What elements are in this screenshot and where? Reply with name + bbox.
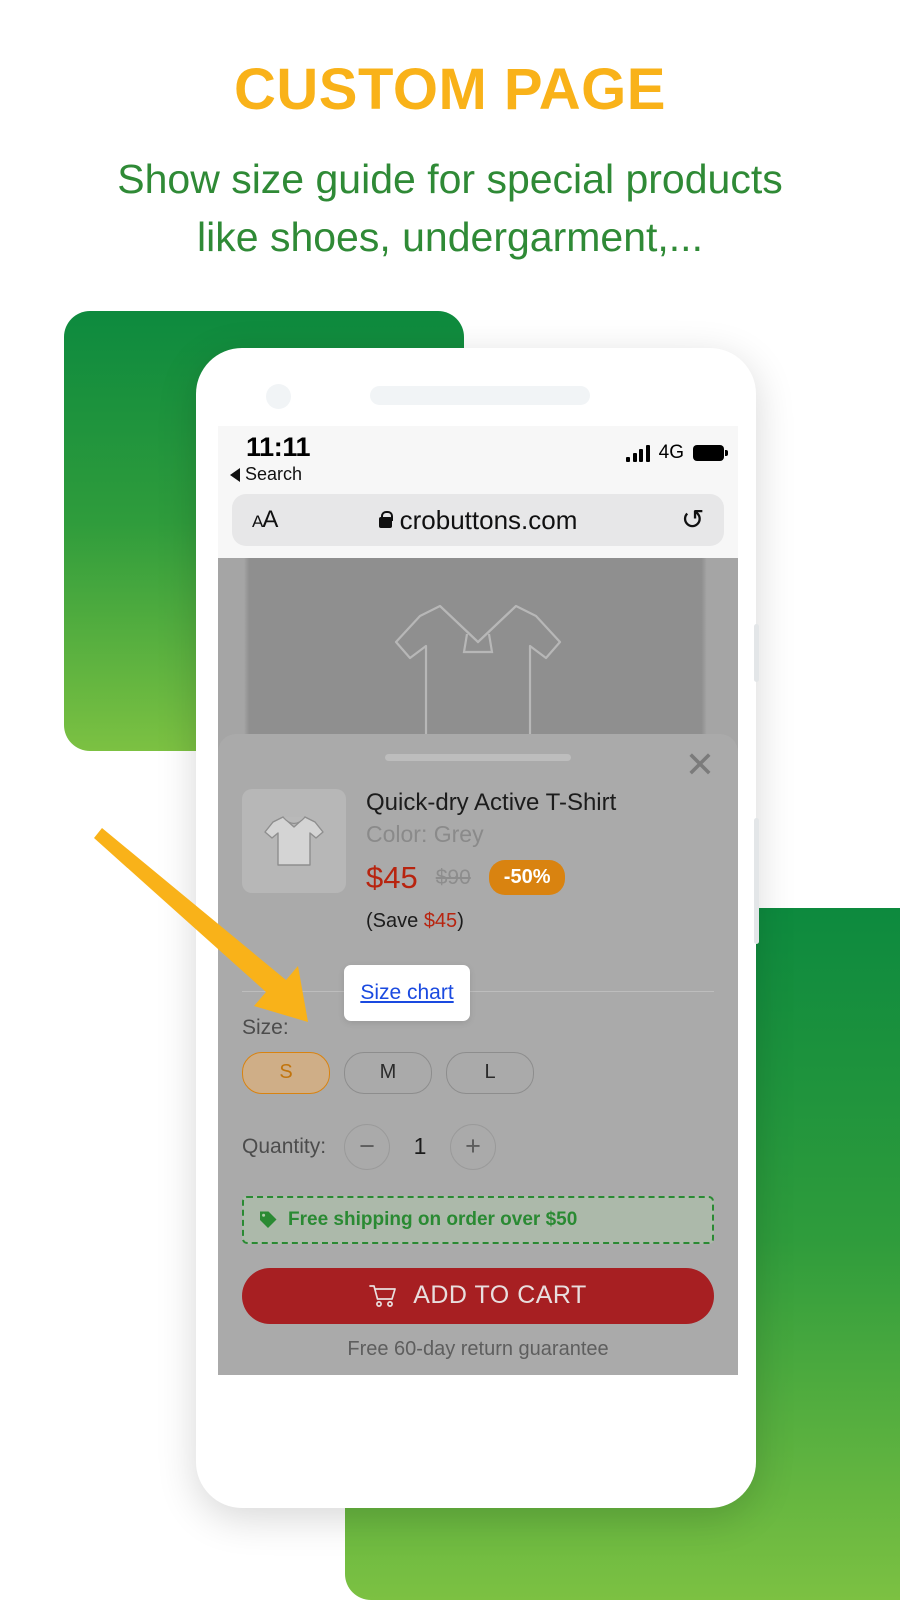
shopping-cart-icon [369, 1284, 397, 1307]
battery-full-icon [693, 445, 728, 461]
save-prefix: (Save [366, 909, 424, 932]
quantity-label: Quantity: [242, 1134, 327, 1158]
price-row: $45 $90 -50% [366, 860, 714, 896]
add-to-cart-button[interactable]: ADD TO CART [242, 1267, 714, 1324]
back-triangle-icon [230, 467, 240, 482]
back-to-search-link[interactable]: Search [230, 464, 302, 485]
size-options: S M L [242, 1051, 714, 1094]
browser-chrome: AA crobuttons.com ↻ [218, 494, 738, 558]
page-title: CUSTOM PAGE [234, 57, 666, 122]
quantity-stepper: Quantity: − 1 + [242, 1123, 714, 1170]
size-option-l[interactable]: L [446, 1051, 534, 1094]
url-display: crobuttons.com [232, 505, 724, 536]
phone-camera-icon [266, 384, 291, 409]
size-chart-link[interactable]: Size chart [360, 981, 453, 1005]
discount-badge: -50% [488, 860, 566, 896]
return-guarantee-text: Free 60-day return guarantee [347, 1337, 609, 1360]
product-color: Color: Grey [366, 820, 484, 847]
minus-icon[interactable]: − [344, 1123, 391, 1170]
savings-line: (Save $45) [366, 910, 714, 933]
options-section: Size: S M L Quantity: − 1 + [218, 1016, 738, 1170]
drag-handle-icon[interactable] [385, 754, 571, 761]
promo-banner: CUSTOM PAGE Show size guide for special … [0, 0, 900, 1600]
status-indicators: 4G [626, 442, 728, 464]
lock-icon [378, 510, 394, 528]
size-option-m[interactable]: M [344, 1051, 432, 1094]
phone-power-button[interactable] [754, 818, 759, 944]
close-icon[interactable]: ✕ [680, 746, 720, 786]
phone-speaker-icon [370, 386, 590, 405]
subtitle-line-2: like shoes, undergarment,... [197, 214, 703, 261]
back-label: Search [245, 464, 303, 484]
url-text: crobuttons.com [399, 504, 578, 535]
ios-status-bar: 11:11 Search 4G [218, 426, 738, 494]
network-label: 4G [658, 442, 684, 463]
size-option-s[interactable]: S [242, 1051, 330, 1094]
original-price: $90 [435, 865, 471, 889]
reload-icon[interactable]: ↻ [681, 504, 704, 535]
product-title: Quick-dry Active T-Shirt [366, 789, 617, 816]
save-amount: $45 [423, 909, 458, 932]
address-bar[interactable]: AA crobuttons.com ↻ [232, 494, 724, 546]
status-time: 11:11 [246, 432, 311, 462]
add-to-cart-label: ADD TO CART [413, 1281, 587, 1310]
product-details: Quick-dry Active T-Shirt Color: Grey $45… [366, 789, 714, 933]
pointer-arrow-icon [94, 828, 308, 1022]
phone-volume-button[interactable] [754, 624, 759, 682]
price-tag-icon [260, 1211, 277, 1228]
save-suffix: ) [457, 909, 464, 932]
current-price: $45 [366, 859, 418, 895]
quantity-value: 1 [413, 1133, 427, 1160]
page-subtitle: Show size guide for special products lik… [0, 150, 900, 266]
free-shipping-banner: Free shipping on order over $50 [242, 1195, 714, 1244]
plus-icon[interactable]: + [450, 1123, 497, 1170]
subtitle-line-1: Show size guide for special products [117, 156, 783, 202]
shipping-text: Free shipping on order over $50 [288, 1208, 578, 1230]
signal-bars-icon [626, 444, 650, 462]
